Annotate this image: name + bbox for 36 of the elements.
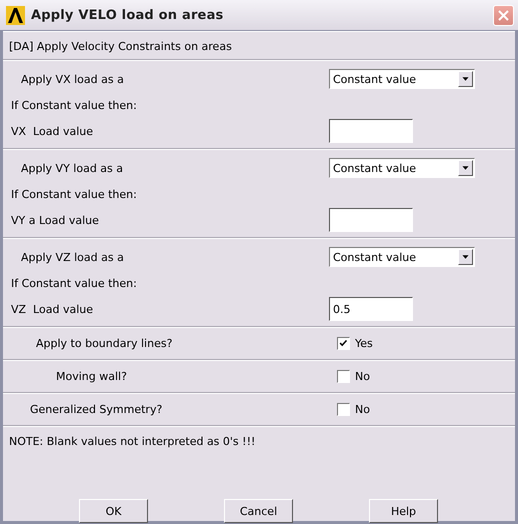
load-type-dropdown[interactable]: Constant value <box>329 158 475 178</box>
checkbox[interactable] <box>337 370 350 382</box>
load-value-field[interactable] <box>329 119 413 143</box>
checkbox[interactable] <box>337 336 350 350</box>
note-text: NOTE: Blank values not interpreted as 0's !!! <box>3 425 515 457</box>
load-type-dropdown[interactable]: Constant value <box>329 69 475 89</box>
close-button[interactable] <box>493 4 514 26</box>
checkbox[interactable] <box>337 402 350 416</box>
ok-button[interactable]: OK <box>79 499 148 523</box>
option-label: Apply to boundary lines? <box>35 336 174 350</box>
caret-icon[interactable] <box>458 71 473 87</box>
checkbox-label[interactable]: Yes <box>355 336 373 350</box>
field-label: Apply VX load as a <box>20 72 125 86</box>
checkbox-label[interactable]: No <box>355 402 370 416</box>
field-label: VY a Load value <box>10 214 100 226</box>
field-label: VZ Load value <box>10 302 94 316</box>
condition-label: If Constant value then: <box>10 188 138 200</box>
window-title: Apply VELO load on areas <box>31 8 224 22</box>
load-value-field[interactable]: 0.5 <box>329 297 413 321</box>
condition-label: If Constant value then: <box>10 276 138 290</box>
field-label: VX Load value <box>10 124 94 138</box>
load-value-field[interactable] <box>329 208 413 232</box>
field-label: Apply VZ load as a <box>20 250 125 264</box>
close-icon <box>497 8 510 22</box>
checkbox-label[interactable]: No <box>355 370 370 382</box>
option-label: Generalized Symmetry? <box>29 402 164 416</box>
option-label: Moving wall? <box>55 370 128 382</box>
condition-label: If Constant value then: <box>10 98 138 112</box>
caret-icon[interactable] <box>458 249 473 265</box>
load-type-dropdown[interactable]: Constant value <box>329 247 475 267</box>
caret-icon[interactable] <box>458 160 473 176</box>
help-button[interactable]: Help <box>369 499 438 523</box>
field-label: Apply VY load as a <box>20 162 124 174</box>
dialog-heading: [DA] Apply Velocity Constraints on areas <box>3 31 515 59</box>
cancel-button[interactable]: Cancel <box>224 499 293 523</box>
logo-icon <box>6 6 25 24</box>
